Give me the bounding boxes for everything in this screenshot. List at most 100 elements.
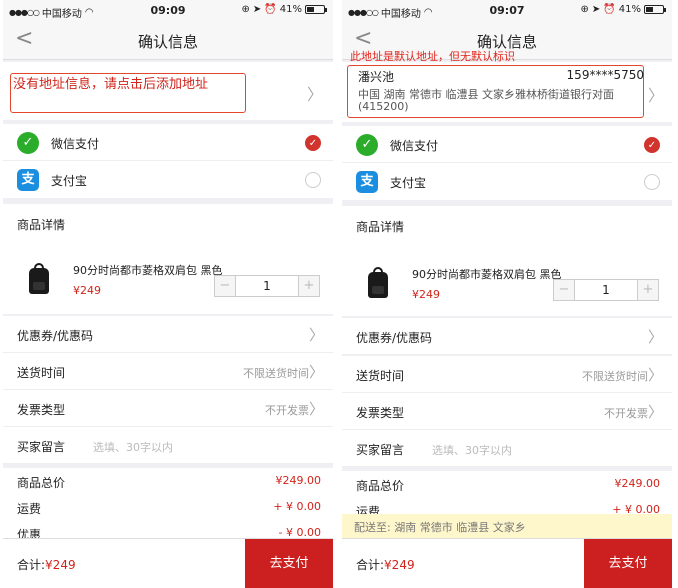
recipient-name: 潘兴池 <box>358 70 395 84</box>
coupon-label: 优惠券/优惠码 <box>356 331 433 345</box>
payment-section: ✓ 微信支付 ✓ 支 支付宝 <box>342 126 672 200</box>
delivery-time-row[interactable]: 送货时间 不限送货时间 〉 <box>342 356 672 393</box>
payment-label: 微信支付 <box>390 139 439 153</box>
delivery-time-row[interactable]: 送货时间 不限送货时间 〉 <box>3 353 333 390</box>
rotation-lock-icon: ⊕ <box>241 4 250 15</box>
plus-button[interactable]: + <box>299 276 319 296</box>
delivery-value: 不限送货时间 <box>243 367 309 380</box>
chevron-right-icon: 〉 <box>306 85 323 104</box>
backpack-image <box>364 266 392 300</box>
message-label: 买家留言 <box>356 443 405 457</box>
nav-bar: < 确认信息 <box>3 20 333 60</box>
add-address-row[interactable]: 没有地址信息，请点击后添加地址 〉 <box>3 62 333 120</box>
battery-fill <box>307 7 314 12</box>
alipay-icon: 支 <box>356 171 378 193</box>
payment-option-wechat[interactable]: ✓ 微信支付 ✓ <box>3 124 333 161</box>
invoice-row[interactable]: 发票类型 不开发票 〉 <box>342 393 672 430</box>
add-address-text: 没有地址信息，请点击后添加地址 <box>13 77 209 92</box>
summary-shipping-row: 运费 + ¥ 0.00 <box>342 497 672 515</box>
invoice-value: 不开发票 <box>604 407 648 420</box>
phone-screen-left: ●●●○○ 中国移动 ◠ 09:09 ⊕ ➤ ⏰ 41% < 确认信息 没有地址… <box>3 0 333 588</box>
plus-button[interactable]: + <box>638 280 658 300</box>
summary-label: 商品总价 <box>356 479 405 493</box>
payment-option-alipay[interactable]: 支 支付宝 <box>342 163 672 200</box>
alarm-icon: ⏰ <box>603 4 616 15</box>
location-icon: ➤ <box>252 4 262 15</box>
delivery-label: 送货时间 <box>356 369 405 383</box>
rotation-lock-icon: ⊕ <box>580 4 589 15</box>
chevron-right-icon: 〉 <box>308 400 324 418</box>
invoice-value: 不开发票 <box>265 404 309 417</box>
buyer-message-row[interactable]: 买家留言 选填、30字以内 <box>3 427 333 464</box>
quantity-value[interactable]: 1 <box>235 276 299 296</box>
buyer-message-row[interactable]: 买家留言 选填、30字以内 <box>342 430 672 467</box>
quantity-stepper: − 1 + <box>214 275 320 297</box>
wechat-pay-icon: ✓ <box>17 132 39 154</box>
quantity-value[interactable]: 1 <box>574 280 638 300</box>
ship-to-bar: 配送至: 湖南 常德市 临澧县 文家乡 <box>342 514 672 538</box>
phone-screen-right: ●●●○○ 中国移动 ◠ 09:07 ⊕ ➤ ⏰ 41% < 确认信息 潘兴池 … <box>342 0 672 588</box>
summary-label: 运费 <box>17 502 42 516</box>
address-row[interactable]: 潘兴池 159****5750 中国 湖南 常德市 临澧县 文家乡雅林桥街道银行… <box>342 62 672 122</box>
product-price: ¥249 <box>412 288 440 301</box>
price-summary: 商品总价 ¥249.00 运费 + ¥ 0.00 优惠 - ¥ 0.00 <box>3 468 333 542</box>
battery-label: 41% <box>279 4 302 15</box>
summary-value: ¥249.00 <box>614 477 661 490</box>
radio-unselected-icon[interactable] <box>644 174 660 190</box>
payment-section: ✓ 微信支付 ✓ 支 支付宝 <box>3 124 333 198</box>
payment-label: 支付宝 <box>51 174 88 188</box>
coupon-row[interactable]: 优惠券/优惠码 〉 <box>342 318 672 355</box>
message-input[interactable]: 选填、30字以内 <box>93 439 173 455</box>
postal-code: (415200) <box>358 100 409 113</box>
message-label: 买家留言 <box>17 440 66 454</box>
quantity-stepper: − 1 + <box>553 279 659 301</box>
product-name: 90分时尚都市菱格双肩包 黑色 <box>73 264 223 277</box>
radio-selected-icon[interactable]: ✓ <box>644 137 660 153</box>
invoice-row[interactable]: 发票类型 不开发票 〉 <box>3 390 333 427</box>
summary-shipping-row: 运费 + ¥ 0.00 <box>3 494 333 520</box>
delivery-value: 不限送货时间 <box>582 370 648 383</box>
coupon-label: 优惠券/优惠码 <box>17 329 94 343</box>
message-input[interactable]: 选填、30字以内 <box>432 442 512 458</box>
product-section: 商品详情 90分时尚都市菱格双肩包 黑色 ¥249 − 1 + <box>342 206 672 316</box>
chevron-right-icon: 〉 <box>308 326 324 344</box>
chevron-right-icon: 〉 <box>647 86 664 105</box>
pay-button[interactable]: 去支付 <box>245 539 333 588</box>
battery-icon <box>305 5 327 14</box>
coupon-row[interactable]: 优惠券/优惠码 〉 <box>3 316 333 353</box>
radio-unselected-icon[interactable] <box>305 172 321 188</box>
ship-to-text: 配送至: 湖南 常德市 临澧县 文家乡 <box>354 521 526 534</box>
invoice-label: 发票类型 <box>356 406 405 420</box>
backpack-image <box>25 262 53 296</box>
chevron-right-icon: 〉 <box>647 366 663 384</box>
alipay-icon: 支 <box>17 169 39 191</box>
page-title: 确认信息 <box>137 33 198 51</box>
summary-value: ¥249.00 <box>275 474 322 487</box>
recipient-phone: 159****5750 <box>566 68 644 82</box>
alarm-icon: ⏰ <box>264 4 277 15</box>
order-total: 合计:¥249 <box>17 558 76 572</box>
section-title: 商品详情 <box>356 220 405 234</box>
radio-selected-icon[interactable]: ✓ <box>305 135 321 151</box>
summary-total-row: 商品总价 ¥249.00 <box>342 471 672 497</box>
status-bar: ●●●○○ 中国移动 ◠ 09:09 ⊕ ➤ ⏰ 41% <box>3 0 333 20</box>
checkout-bar: 合计:¥249 去支付 <box>3 538 333 588</box>
battery-icon <box>644 5 666 14</box>
payment-option-alipay[interactable]: 支 支付宝 <box>3 161 333 198</box>
payment-option-wechat[interactable]: ✓ 微信支付 ✓ <box>342 126 672 163</box>
payment-label: 微信支付 <box>51 137 100 151</box>
pay-button[interactable]: 去支付 <box>584 539 672 588</box>
minus-button[interactable]: − <box>215 276 235 296</box>
section-title: 商品详情 <box>17 218 66 232</box>
payment-label: 支付宝 <box>390 176 427 190</box>
price-summary: 商品总价 ¥249.00 运费 + ¥ 0.00 <box>342 471 672 515</box>
summary-total-row: 商品总价 ¥249.00 <box>3 468 333 494</box>
location-icon: ➤ <box>591 4 601 15</box>
annotation-note: 此地址是默认地址，但无默认标识 <box>350 50 515 63</box>
summary-value: + ¥ 0.00 <box>273 500 321 513</box>
product-section: 商品详情 90分时尚都市菱格双肩包 黑色 ¥249 − 1 + <box>3 204 333 314</box>
checkout-bar: 合计:¥249 去支付 <box>342 538 672 588</box>
delivery-label: 送货时间 <box>17 366 66 380</box>
minus-button[interactable]: − <box>554 280 574 300</box>
chevron-right-icon: 〉 <box>308 363 324 381</box>
